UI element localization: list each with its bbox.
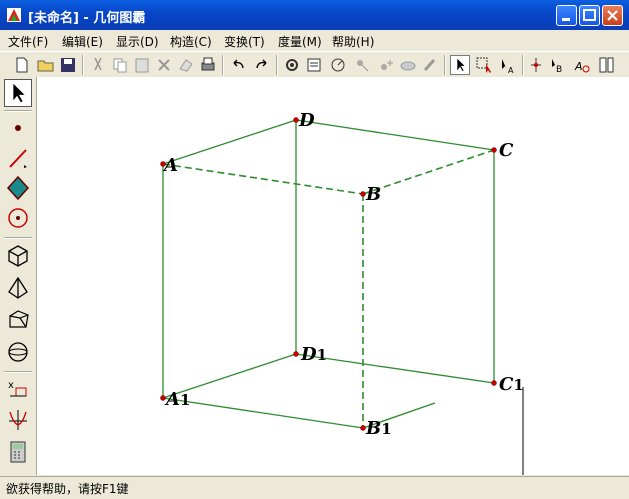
label-B[interactable]: B — [365, 184, 381, 205]
edge-DC — [295, 119, 495, 151]
segment-tool-icon[interactable] — [6, 145, 30, 171]
toolbar: A B A — [0, 51, 629, 79]
prism-tool-icon[interactable] — [6, 307, 30, 333]
edge-BC-hidden — [362, 149, 495, 195]
maximize-button[interactable] — [579, 5, 600, 26]
point-on-object-icon[interactable] — [526, 55, 546, 75]
circle-tool-icon[interactable] — [6, 205, 30, 231]
animate-icon[interactable] — [328, 55, 348, 75]
point-C1[interactable] — [491, 380, 497, 386]
drawing-canvas[interactable]: A D C B A1 D1 C1 B1 — [37, 77, 629, 475]
pyramid-tool-icon[interactable] — [6, 275, 30, 301]
label-A[interactable]: A — [162, 155, 178, 176]
properties-icon[interactable] — [304, 55, 324, 75]
point-C[interactable] — [491, 147, 497, 153]
hide-icon[interactable] — [398, 55, 418, 75]
save-icon[interactable] — [58, 55, 78, 75]
polygon-tool-icon[interactable] — [6, 175, 30, 201]
paste-icon[interactable] — [132, 55, 152, 75]
maximize-icon — [583, 9, 596, 21]
copy-icon[interactable] — [110, 55, 130, 75]
close-button[interactable] — [602, 5, 623, 26]
menu-bar: 文件(F) 编辑(E) 显示(D) 构造(C) 变换(T) 度量(M) 帮助(H… — [0, 30, 629, 50]
transform-tool-icon[interactable]: x — [6, 376, 30, 402]
open-folder-icon[interactable] — [36, 55, 56, 75]
label-C[interactable]: C — [499, 140, 514, 161]
text-tool-icon[interactable] — [596, 55, 616, 75]
minimize-button[interactable] — [556, 5, 577, 26]
title-bar: [未命名] - 几何图霸 — [0, 0, 629, 30]
label-C1[interactable]: C1 — [499, 374, 524, 395]
point-D[interactable] — [293, 117, 299, 123]
pointer-tool-icon[interactable] — [4, 79, 32, 107]
cube-drawing: A D C B A1 D1 C1 B1 — [160, 110, 525, 475]
cut-icon[interactable] — [88, 55, 108, 75]
print-icon[interactable] — [198, 55, 218, 75]
svg-text:A: A — [508, 66, 514, 75]
point-A1[interactable] — [160, 395, 166, 401]
status-bar: 欲获得帮助，请按F1键 — [0, 476, 629, 499]
sphere-tool-icon[interactable] — [6, 339, 30, 365]
status-text: 欲获得帮助，请按F1键 — [6, 482, 129, 496]
menu-help[interactable]: 帮助(H) — [332, 33, 374, 50]
label-D1[interactable]: D1 — [300, 344, 327, 365]
redo-icon[interactable] — [252, 55, 272, 75]
menu-file[interactable]: 文件(F) — [8, 33, 48, 50]
tool-palette: x — [0, 77, 37, 475]
edge-AD — [162, 119, 297, 165]
point-B1[interactable] — [360, 425, 366, 431]
point-D1[interactable] — [293, 351, 299, 357]
svg-text:A: A — [574, 60, 583, 73]
edge-A1B1 — [162, 397, 364, 429]
function-plot-icon[interactable] — [6, 407, 30, 433]
minimize-icon — [562, 18, 570, 21]
menu-display[interactable]: 显示(D) — [116, 33, 159, 50]
window-title: [未命名] - 几何图霸 — [28, 11, 146, 26]
point-B[interactable] — [360, 191, 366, 197]
select-object-icon[interactable]: A — [498, 55, 518, 75]
calculator-icon[interactable] — [6, 439, 30, 465]
label-A1[interactable]: A1 — [164, 389, 190, 410]
select-arrow-icon[interactable] — [450, 55, 470, 75]
trace-icon[interactable] — [352, 55, 372, 75]
brush-icon[interactable] — [420, 55, 440, 75]
svg-text:B: B — [556, 65, 562, 75]
label-point-icon[interactable]: B — [548, 55, 568, 75]
edge-AB-hidden — [162, 163, 364, 195]
delete-icon[interactable] — [154, 55, 174, 75]
undo-icon[interactable] — [228, 55, 248, 75]
label-text-icon[interactable]: A — [572, 55, 592, 75]
menu-transform[interactable]: 变换(T) — [224, 33, 265, 50]
menu-construct[interactable]: 构造(C) — [170, 33, 212, 50]
select-region-icon[interactable] — [474, 55, 494, 75]
cube-tool-icon[interactable] — [6, 243, 30, 269]
point-tool-icon[interactable] — [6, 115, 30, 141]
menu-measure[interactable]: 度量(M) — [278, 33, 322, 50]
svg-text:x: x — [8, 380, 14, 391]
eraser-icon[interactable] — [176, 55, 196, 75]
label-D[interactable]: D — [298, 110, 315, 131]
close-icon — [607, 10, 618, 21]
new-file-icon[interactable] — [12, 55, 32, 75]
overlay-patch — [435, 403, 525, 475]
trace-point-icon[interactable] — [376, 55, 396, 75]
settings-icon[interactable] — [282, 55, 302, 75]
app-icon — [7, 8, 21, 22]
menu-edit[interactable]: 编辑(E) — [62, 33, 103, 50]
label-B1[interactable]: B1 — [365, 418, 392, 439]
